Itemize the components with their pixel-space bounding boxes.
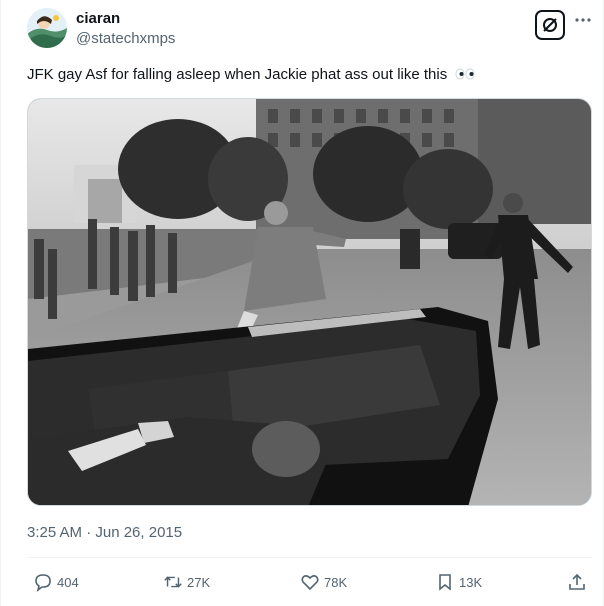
author-handle[interactable]: @statechxmps: [76, 30, 175, 47]
like-count: 78K: [324, 574, 348, 590]
more-icon[interactable]: [573, 10, 593, 30]
bookmark-button[interactable]: 13K: [435, 571, 482, 593]
reply-count: 404: [57, 574, 79, 590]
like-icon: [300, 572, 320, 592]
tweet-text: JFK gay Asf for falling asleep when Jack…: [27, 66, 475, 84]
tweet-timestamp[interactable]: 3:25 AM · Jun 26, 2015: [27, 524, 182, 541]
bookmark-icon: [435, 572, 455, 592]
photo-motorcade: [28, 99, 591, 505]
reply-button[interactable]: 404: [33, 571, 79, 593]
avatar[interactable]: [27, 8, 67, 48]
author-name[interactable]: ciaran: [76, 10, 120, 27]
eyes-emoji: [455, 67, 475, 84]
tweet-body: JFK gay Asf for falling asleep when Jack…: [27, 66, 448, 83]
divider: [27, 557, 592, 558]
retweet-icon: [163, 572, 183, 592]
like-button[interactable]: 78K: [300, 571, 347, 593]
share-icon: [567, 572, 587, 592]
avatar-image: [27, 8, 67, 48]
tweet-photo[interactable]: [27, 98, 592, 506]
retweet-count: 27K: [187, 574, 211, 590]
share-button[interactable]: [567, 571, 591, 593]
reply-icon: [33, 572, 53, 592]
tweet-card: ciaran @statechxmps JFK gay Asf for fall…: [0, 0, 604, 606]
bookmark-count: 13K: [459, 574, 483, 590]
retweet-button[interactable]: 27K: [163, 571, 210, 593]
grok-icon[interactable]: [535, 10, 565, 40]
